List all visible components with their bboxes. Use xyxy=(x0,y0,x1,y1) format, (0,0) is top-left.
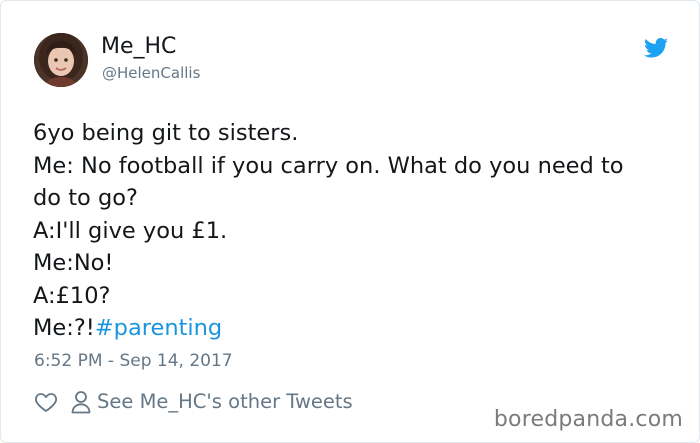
avatar[interactable] xyxy=(34,33,88,87)
hashtag-link[interactable]: #parenting xyxy=(95,315,222,341)
tweet-text: 6yo being git to sisters. Me: No footbal… xyxy=(33,117,683,345)
tweet-line-last: Me:?!#parenting xyxy=(33,312,683,345)
watermark-text: boredpanda.com xyxy=(493,407,683,432)
twitter-bird-icon[interactable] xyxy=(644,38,668,58)
tweet-line: Me:No! xyxy=(33,250,114,276)
tweet-line: A:£10? xyxy=(33,282,111,309)
tweet-line: A:I'll give you £1. xyxy=(33,217,228,244)
see-other-tweets-link[interactable]: See Me_HC's other Tweets xyxy=(97,390,353,414)
tweet-line-prefix: Me:?! xyxy=(33,315,95,341)
tweet-actions: See Me_HC's other Tweets xyxy=(34,388,353,416)
heart-icon[interactable] xyxy=(34,390,58,414)
tweet-timestamp[interactable]: 6:52 PM - Sep 14, 2017 xyxy=(34,351,233,371)
avatar-image xyxy=(34,33,88,87)
tweet-line: 6yo being git to sisters. xyxy=(33,120,299,146)
tweet-line: do to go? xyxy=(33,185,138,211)
user-handle[interactable]: @HelenCallis xyxy=(102,64,200,82)
tweet-card: Me_HC @HelenCallis 6yo being git to sist… xyxy=(0,0,700,443)
person-icon xyxy=(71,391,91,414)
tweet-line: Me: No football if you carry on. What do… xyxy=(33,152,624,179)
display-name[interactable]: Me_HC xyxy=(101,34,176,60)
